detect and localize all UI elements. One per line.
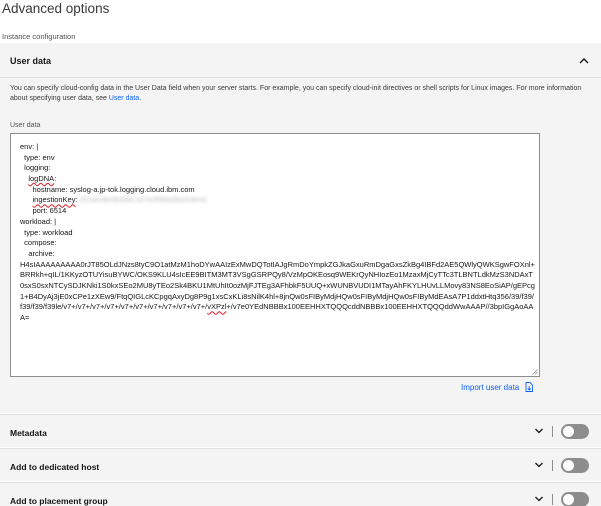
accordion-dedicated-host[interactable]: Add to dedicated host xyxy=(0,448,601,481)
import-user-data-link[interactable]: Import user data xyxy=(461,382,534,392)
divider xyxy=(552,460,553,471)
dedicated-host-toggle[interactable] xyxy=(561,458,589,473)
code-line: env: | xyxy=(20,142,39,151)
accordion-placement-group[interactable]: Add to placement group xyxy=(0,482,601,506)
placement-group-title: Add to placement group xyxy=(10,496,108,506)
code-line: logging: xyxy=(20,163,51,173)
accordion-metadata[interactable]: Metadata xyxy=(0,414,601,447)
user-data-panel: User data You can specify cloud-config d… xyxy=(0,43,601,413)
chevron-up-icon[interactable] xyxy=(578,56,590,66)
code-line: type: workload xyxy=(20,227,73,237)
divider xyxy=(552,426,553,437)
code-line: compose: xyxy=(20,238,57,248)
code-line: type: env xyxy=(20,152,55,162)
code-line: logDNA: xyxy=(28,174,57,184)
toggle-knob xyxy=(563,460,574,471)
user-data-docs-link[interactable]: User data xyxy=(109,95,139,102)
resize-handle-icon[interactable] xyxy=(532,369,538,375)
chevron-down-icon[interactable] xyxy=(534,495,544,503)
redacted-ingestion-key: 2f1a4c8e0b5d4c1a7e3f9b6d5a2c8e41 xyxy=(79,195,208,205)
dedicated-host-title: Add to dedicated host xyxy=(10,462,100,472)
code-line: port: 6514 xyxy=(20,206,67,216)
page-title: Advanced options xyxy=(2,1,110,16)
chevron-down-icon[interactable] xyxy=(534,427,544,435)
metadata-title: Metadata xyxy=(10,428,47,438)
toggle-knob xyxy=(563,426,574,437)
section-label: Instance configuration xyxy=(2,32,76,41)
code-line: ingestionKey: 2f1a4c8e0b5d4c1a7e3f9b6d5a… xyxy=(32,195,208,205)
user-data-content[interactable]: env: | type: env logging: logDNA: hostna… xyxy=(20,142,535,324)
divider xyxy=(552,494,553,505)
chevron-down-icon[interactable] xyxy=(534,461,544,469)
code-line: hostname: syslog-a.jp-tok.logging.cloud.… xyxy=(20,184,195,194)
placement-group-toggle[interactable] xyxy=(561,492,589,506)
metadata-toggle[interactable] xyxy=(561,424,589,439)
document-import-icon xyxy=(525,382,534,392)
code-line: workload: | xyxy=(20,216,57,226)
toggle-knob xyxy=(563,494,574,505)
archive-base64: H4sIAAAAAAAAA0rJT85OLdJNzs8tyC9O1atMzM1h… xyxy=(20,259,535,323)
user-data-title: User data xyxy=(10,56,52,66)
user-data-field-label: User data xyxy=(10,122,41,129)
import-user-data-label: Import user data xyxy=(461,382,520,392)
user-data-header[interactable]: User data xyxy=(0,43,601,78)
user-data-description: You can specify cloud-config data in the… xyxy=(10,85,582,102)
code-line: archive: xyxy=(20,248,55,258)
user-data-textarea[interactable]: env: | type: env logging: logDNA: hostna… xyxy=(10,133,540,377)
